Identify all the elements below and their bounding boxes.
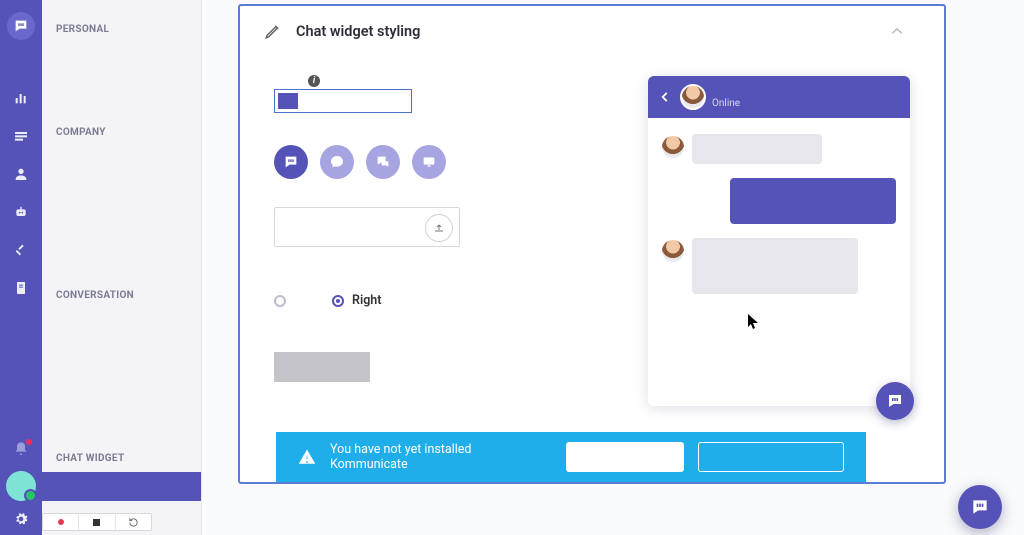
sidebar-section-personal: PERSONAL (42, 0, 201, 43)
card-header: Chat widget styling (240, 6, 944, 50)
sidebar-section-conversation: CONVERSATION (42, 266, 201, 309)
card-body: i Right (240, 50, 944, 456)
primary-color-row: i (274, 68, 604, 113)
current-user-avatar[interactable] (6, 471, 36, 501)
placeholder-block (274, 352, 370, 382)
screen-recorder-controls (42, 513, 152, 531)
preview-msg-avatar (662, 240, 684, 262)
custom-icon-upload[interactable] (274, 207, 460, 247)
install-secondary-button[interactable] (698, 442, 844, 472)
nav-analytics-icon[interactable] (0, 82, 42, 114)
settings-gear-icon[interactable] (0, 507, 42, 531)
record-dot-icon (58, 519, 64, 525)
launcher-icon-option-4[interactable] (412, 145, 446, 179)
sidebar-item-chat-widget-styling[interactable] (42, 472, 201, 501)
warning-icon (298, 448, 316, 466)
nav-collapse-icon[interactable] (0, 234, 42, 266)
preview-agent-status: Online (712, 98, 740, 109)
cursor-icon (748, 314, 760, 330)
install-message: You have not yet installed Kommunicate (330, 442, 552, 472)
widget-position-row: Right (274, 293, 604, 308)
launcher-icon-option-2[interactable] (320, 145, 354, 179)
preview-body (648, 118, 910, 324)
sidebar-section-chat-widget: CHAT WIDGET (42, 429, 201, 472)
preview-incoming-bubble (692, 238, 858, 294)
preview-agent-name (714, 85, 740, 98)
pencil-icon (264, 22, 282, 40)
record-button[interactable] (43, 514, 78, 530)
stop-icon (93, 519, 100, 526)
styling-form: i Right (274, 68, 604, 382)
nav-conversations-icon[interactable] (0, 120, 42, 152)
upload-button[interactable] (425, 214, 453, 242)
launcher-icon-choices (274, 145, 604, 179)
preview-launcher-button[interactable] (876, 382, 914, 420)
position-right-label: Right (352, 293, 381, 308)
sidebar-section-company: COMPANY (42, 103, 201, 146)
restart-icon (128, 517, 139, 528)
back-chevron-icon[interactable] (658, 90, 672, 104)
icon-rail (0, 0, 42, 535)
restart-button[interactable] (115, 514, 151, 530)
collapse-chevron-icon[interactable] (888, 22, 906, 40)
preview-agent-avatar (680, 84, 706, 110)
nav-docs-icon[interactable] (0, 272, 42, 304)
brand-logo (7, 12, 35, 40)
preview-header: Online (648, 76, 910, 118)
chat-widget-styling-card: Chat widget styling i (238, 4, 946, 484)
position-right-radio[interactable]: Right (332, 293, 381, 308)
primary-color-input[interactable] (274, 89, 412, 113)
upload-icon (433, 222, 445, 234)
info-icon[interactable]: i (308, 75, 320, 87)
widget-preview: Online (648, 76, 910, 406)
launcher-icon-option-3[interactable] (366, 145, 400, 179)
card-title: Chat widget styling (296, 23, 888, 40)
position-left-radio[interactable] (274, 295, 286, 307)
launcher-icon-option-1[interactable] (274, 145, 308, 179)
install-primary-button[interactable] (566, 442, 684, 472)
color-swatch (278, 93, 298, 109)
stop-button[interactable] (78, 514, 114, 530)
settings-sidebar: PERSONAL COMPANY CONVERSATION CHAT WIDGE… (42, 0, 202, 535)
notifications-bell-icon[interactable] (0, 433, 42, 465)
nav-bot-icon[interactable] (0, 196, 42, 228)
main-content: Chat widget styling i (202, 0, 1024, 535)
preview-outgoing-bubble (730, 178, 896, 224)
preview-incoming-bubble (692, 134, 822, 164)
install-notice-bar: You have not yet installed Kommunicate (276, 432, 866, 482)
nav-users-icon[interactable] (0, 158, 42, 190)
notification-dot-icon (26, 439, 32, 445)
page-chat-launcher[interactable] (958, 485, 1002, 529)
preview-msg-avatar (662, 136, 684, 158)
